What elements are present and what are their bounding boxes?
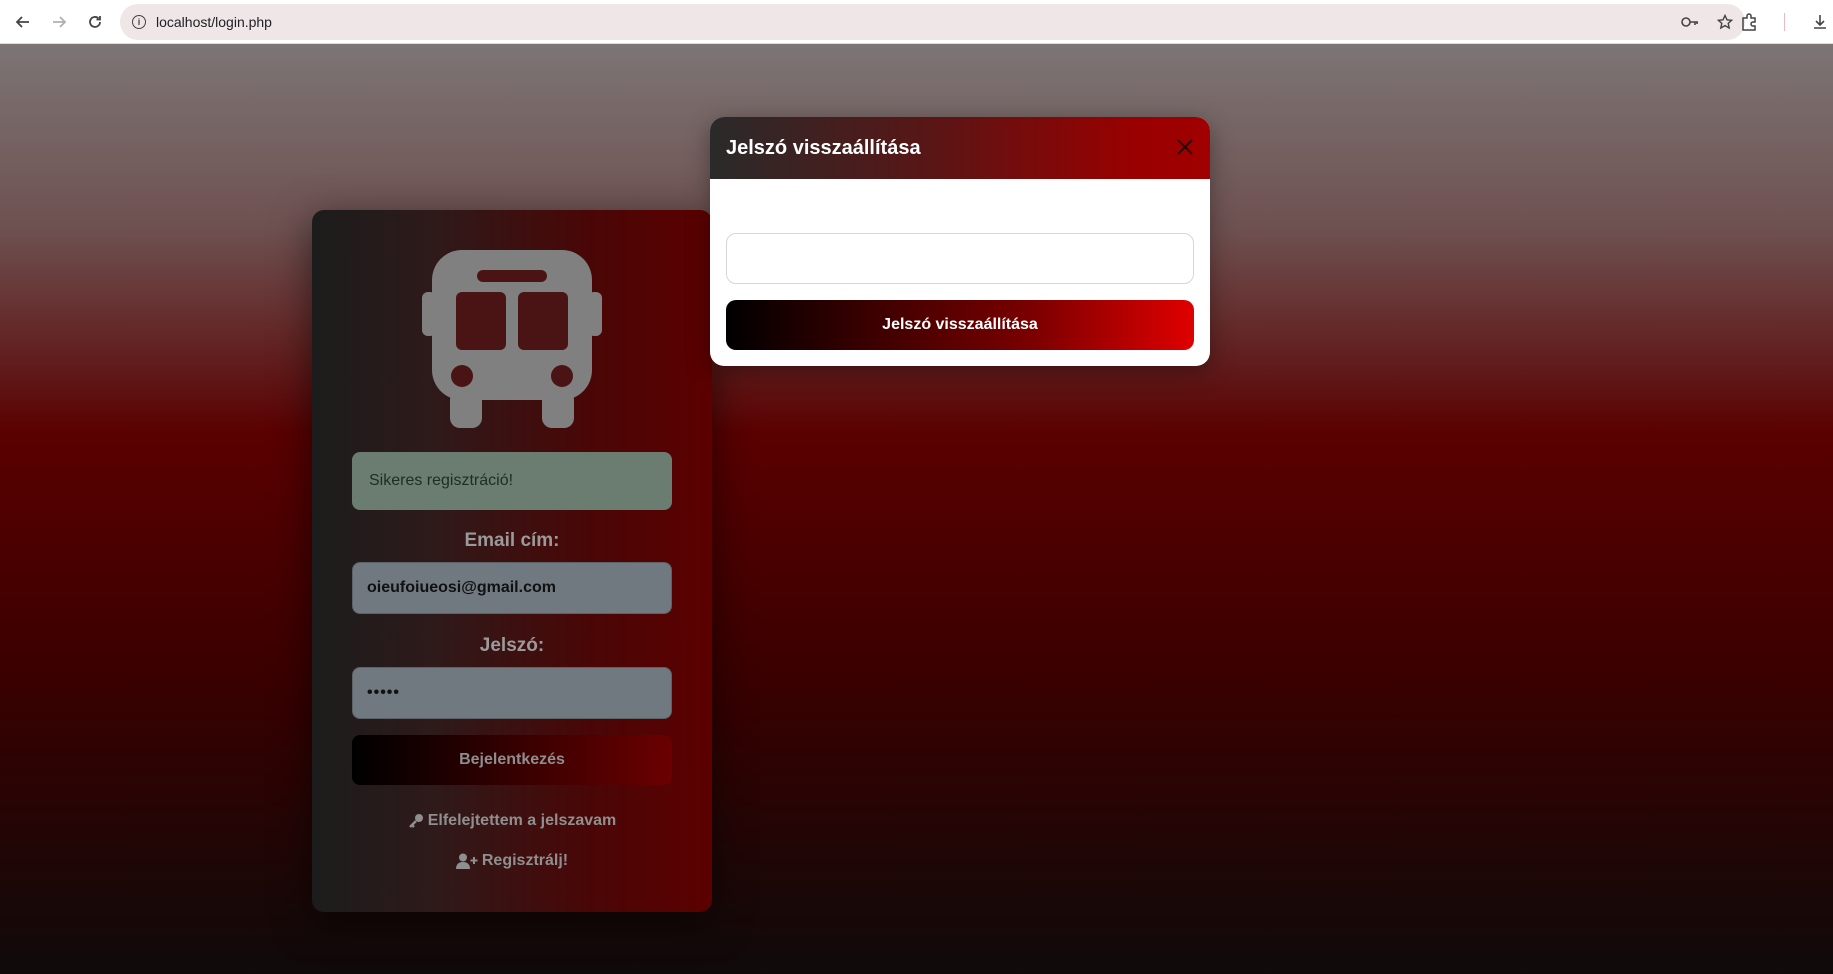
bus-icon (422, 250, 602, 428)
login-card: Sikeres regisztráció! Email cím: oieufoi… (312, 210, 712, 912)
register-link[interactable]: Regisztrálj! (352, 852, 672, 870)
back-button[interactable] (6, 5, 40, 39)
forward-button[interactable] (42, 5, 76, 39)
bookmark-star-icon[interactable] (1717, 14, 1733, 30)
close-icon[interactable] (1174, 136, 1196, 158)
reset-email-input[interactable] (726, 233, 1194, 284)
reload-button[interactable] (78, 5, 112, 39)
back-arrow-icon (15, 15, 29, 28)
extensions-icon[interactable] (1740, 13, 1758, 31)
reset-password-button[interactable]: Jelszó visszaállítása (726, 300, 1194, 350)
forward-arrow-icon (53, 15, 67, 28)
modal-title: Jelszó visszaállítása (726, 136, 921, 159)
page-background: Sikeres regisztráció! Email cím: oieufoi… (0, 44, 1833, 974)
address-bar[interactable]: i localhost/login.php (120, 4, 1745, 40)
reset-password-modal: Jelszó visszaállítása Jelszó visszaállít… (710, 117, 1210, 366)
toolbar-divider (1784, 13, 1785, 31)
user-plus-icon (455, 853, 478, 869)
forgot-password-label: Elfelejtettem a jelszavam (427, 812, 617, 829)
url-text: localhost/login.php (156, 14, 272, 30)
login-button[interactable]: Bejelentkezés (352, 735, 672, 785)
password-label: Jelszó: (479, 635, 545, 656)
modal-header: Jelszó visszaállítása (710, 117, 1210, 179)
success-alert: Sikeres regisztráció! (352, 452, 672, 510)
password-field[interactable]: ••••• (352, 667, 672, 719)
browser-toolbar: i localhost/login.php (0, 0, 1833, 44)
download-icon[interactable] (1811, 13, 1829, 31)
register-label: Regisztrálj! (481, 852, 569, 869)
email-label: Email cím: (464, 530, 560, 551)
password-key-icon[interactable] (1681, 15, 1699, 29)
key-icon (408, 814, 423, 828)
forgot-password-link[interactable]: Elfelejtettem a jelszavam (352, 812, 672, 830)
reload-icon (89, 15, 101, 28)
email-field[interactable]: oieufoiueosi@gmail.com (352, 562, 672, 614)
site-info-icon[interactable]: i (132, 15, 146, 29)
